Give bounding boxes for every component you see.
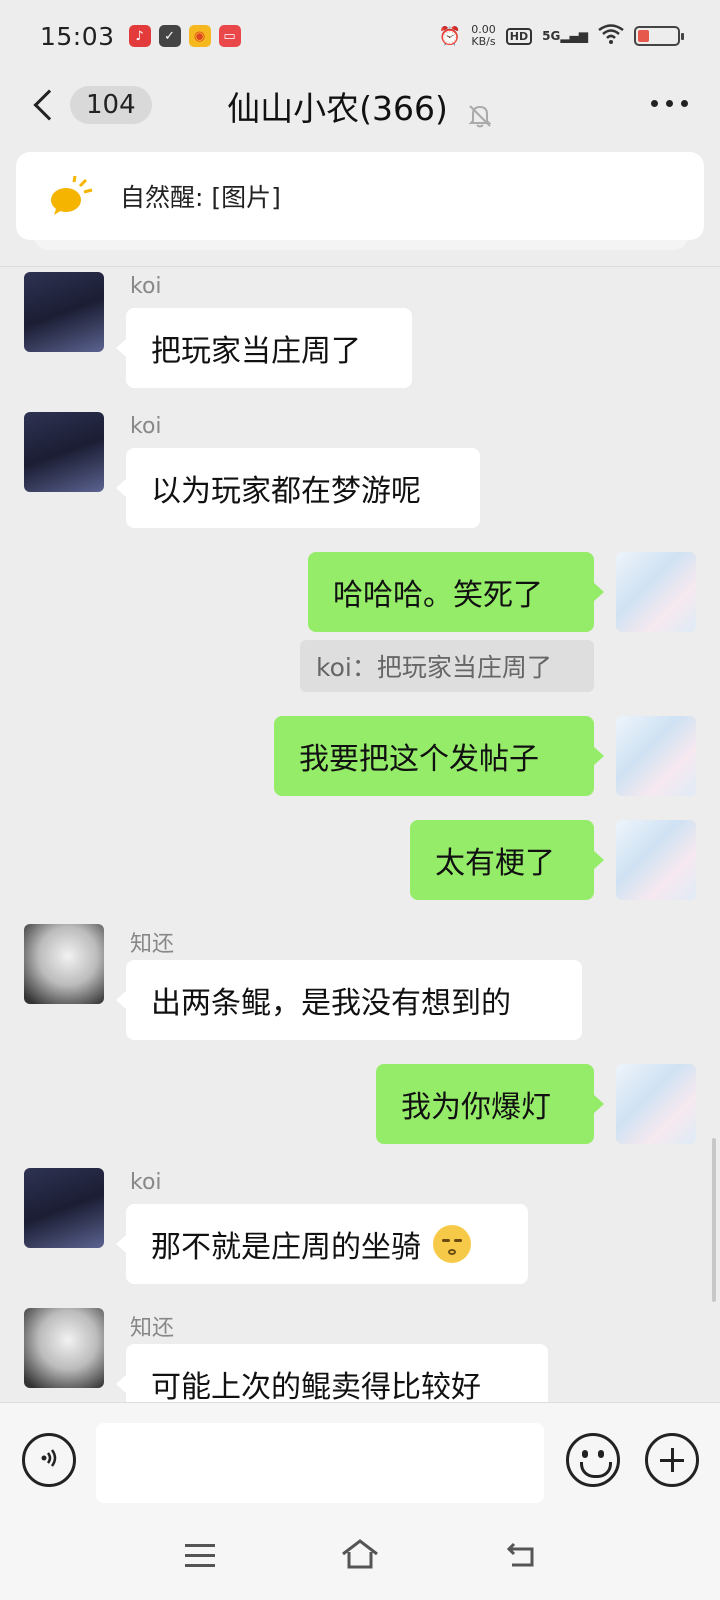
sender-name: koi bbox=[130, 414, 162, 439]
voice-input-button[interactable] bbox=[22, 1433, 76, 1487]
back-nav-icon[interactable] bbox=[506, 1542, 536, 1568]
shopping-app-icon: ▭ bbox=[218, 25, 241, 47]
pinned-text: 自然醒: [图片] bbox=[120, 183, 281, 212]
net-speed-unit: KB/s bbox=[471, 35, 496, 48]
hd-icon: HD bbox=[505, 27, 533, 45]
message-bubble[interactable]: 以为玩家都在梦游呢 bbox=[116, 448, 480, 528]
emoji-button[interactable] bbox=[566, 1433, 620, 1487]
alarm-icon: ⏰ bbox=[438, 25, 462, 47]
message-bubble[interactable]: 我为你爆灯 bbox=[376, 1064, 604, 1144]
dot-icon bbox=[666, 100, 673, 107]
sender-name: koi bbox=[130, 274, 162, 299]
dot-icon bbox=[681, 100, 688, 107]
home-icon[interactable] bbox=[340, 1538, 380, 1570]
voice-icon bbox=[36, 1445, 62, 1476]
chat-title: 仙山小农(366) bbox=[227, 89, 448, 128]
message-bubble[interactable]: 出两条鲲，是我没有想到的 bbox=[116, 960, 582, 1040]
avatar-koi[interactable] bbox=[24, 412, 104, 492]
system-nav-bar bbox=[0, 1520, 720, 1600]
wifi-icon bbox=[598, 23, 624, 49]
scrollbar[interactable] bbox=[712, 1138, 716, 1302]
message-bubble[interactable]: 太有梗了 bbox=[410, 820, 604, 900]
dot-icon bbox=[651, 100, 658, 107]
emoji-mouth bbox=[448, 1249, 456, 1255]
smirk-emoji-icon bbox=[433, 1225, 471, 1263]
avatar-self[interactable] bbox=[616, 1064, 696, 1144]
notification-icons: ♪ ✓ ◉ ▭ bbox=[128, 25, 241, 47]
input-bar bbox=[0, 1402, 720, 1520]
avatar-self[interactable] bbox=[616, 820, 696, 900]
divider bbox=[0, 266, 720, 267]
menu-icon[interactable] bbox=[185, 1544, 215, 1568]
clipboard-icon: ✓ bbox=[158, 25, 181, 47]
message-bubble[interactable]: 我要把这个发帖子 bbox=[274, 716, 604, 796]
status-bar: 15:03 ♪ ✓ ◉ ▭ ⏰ 0.00 KB/s HD 5G▂▄▆ bbox=[0, 0, 720, 72]
chat-header: 104 仙山小农(366) bbox=[0, 72, 720, 148]
battery-level bbox=[638, 30, 650, 42]
message-input[interactable] bbox=[96, 1423, 544, 1503]
bell-muted-icon bbox=[467, 103, 493, 129]
avatar-koi[interactable] bbox=[24, 1168, 104, 1248]
quoted-reply[interactable]: koi：把玩家当庄周了 bbox=[300, 640, 594, 692]
avatar-koi[interactable] bbox=[24, 272, 104, 352]
more-options-button[interactable] bbox=[651, 100, 688, 107]
message-text: 那不就是庄周的坐骑 bbox=[151, 1230, 421, 1265]
pinned-message-card[interactable]: 自然醒: [图片] bbox=[16, 152, 704, 240]
more-actions-button[interactable] bbox=[645, 1433, 699, 1487]
signal-label: 5G bbox=[542, 29, 561, 43]
avatar-zhihuan[interactable] bbox=[24, 1308, 104, 1388]
status-time: 15:03 bbox=[40, 21, 115, 51]
avatar-self[interactable] bbox=[616, 552, 696, 632]
network-speed: 0.00 KB/s bbox=[471, 24, 496, 48]
music-app-icon: ♪ bbox=[128, 25, 151, 47]
weibo-icon: ◉ bbox=[188, 25, 211, 47]
signal-icon: 5G▂▄▆ bbox=[542, 29, 588, 43]
message-bubble[interactable]: 那不就是庄周的坐骑 bbox=[116, 1204, 528, 1284]
avatar-zhihuan[interactable] bbox=[24, 924, 104, 1004]
title-wrap: 仙山小农(366) bbox=[0, 82, 720, 130]
message-bubble[interactable]: 把玩家当庄周了 bbox=[116, 308, 412, 388]
sun-icon bbox=[48, 175, 94, 216]
message-bubble[interactable]: 哈哈哈。笑死了 bbox=[308, 552, 604, 632]
sender-name: koi bbox=[130, 1170, 162, 1195]
battery-icon bbox=[634, 26, 684, 46]
status-right: ⏰ 0.00 KB/s HD 5G▂▄▆ bbox=[438, 23, 684, 49]
avatar-self[interactable] bbox=[616, 716, 696, 796]
